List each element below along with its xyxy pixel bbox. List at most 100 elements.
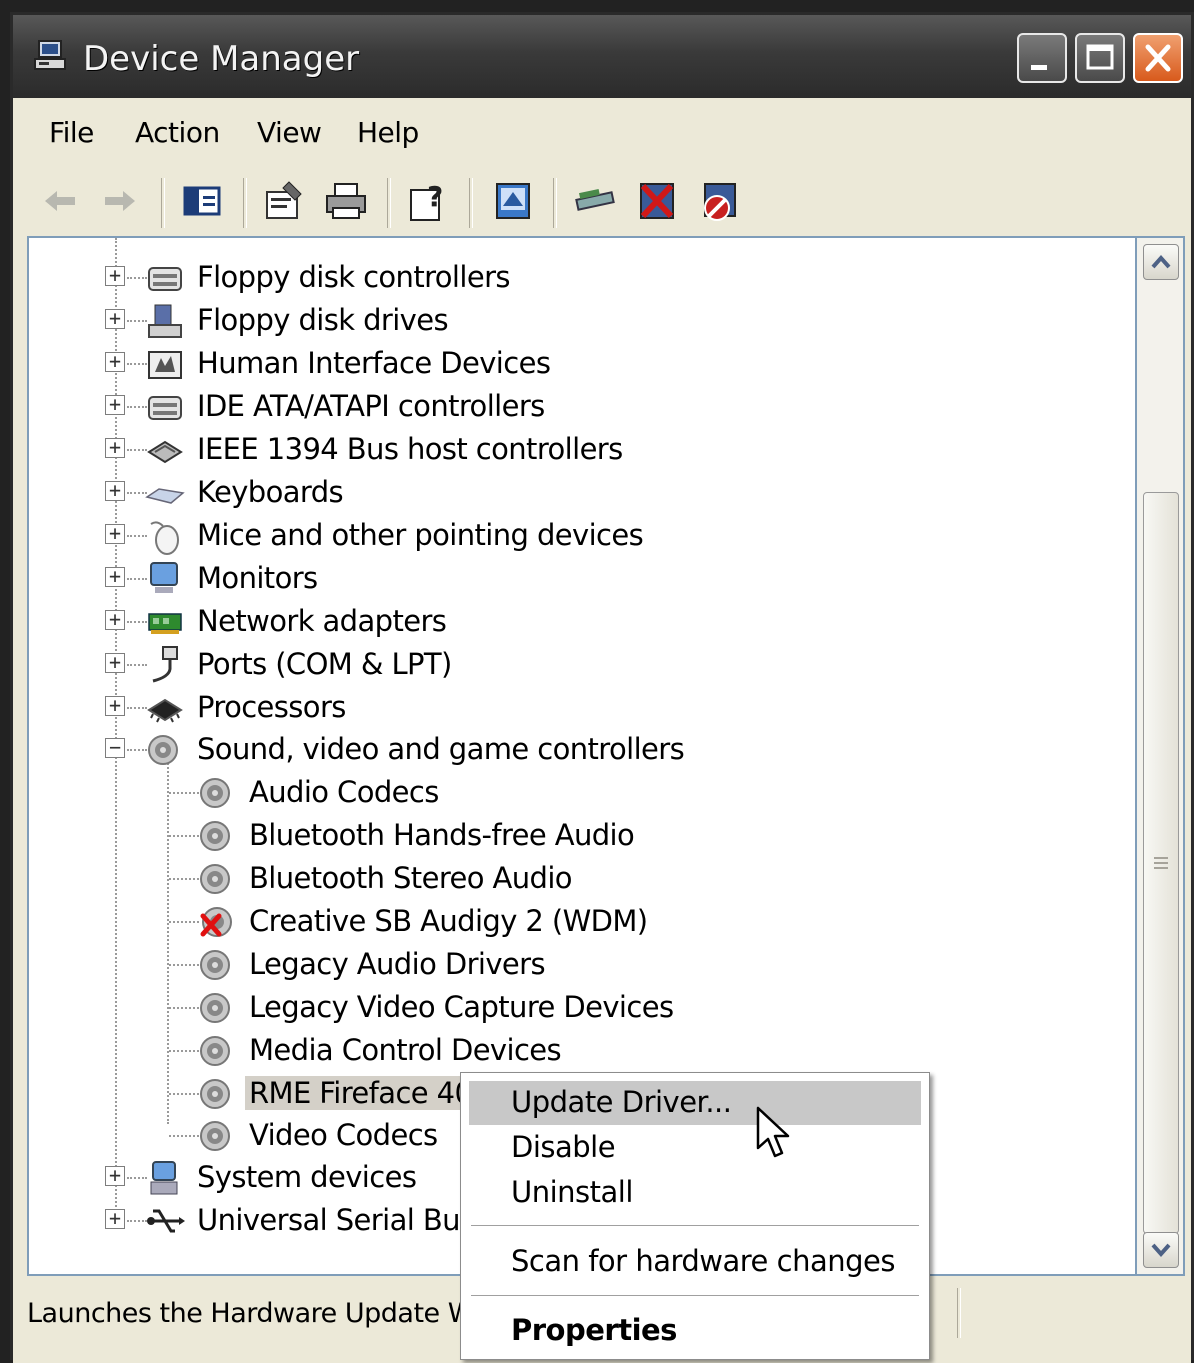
menu-action[interactable]: Action [135, 116, 220, 149]
menu-item-label: Disable [511, 1130, 616, 1164]
menu-view[interactable]: View [257, 116, 322, 149]
scroll-down-button[interactable] [1143, 1232, 1179, 1268]
expand-button[interactable]: + [105, 523, 125, 544]
expand-button[interactable]: + [105, 394, 125, 415]
tree-line [127, 578, 147, 580]
tree-line [127, 320, 147, 322]
tree-category-ports[interactable]: + Ports (COM & LPT) [105, 643, 705, 685]
tree-category-mice[interactable]: + Mice and other pointing devices [105, 514, 705, 556]
tree-category-floppy-disk-controllers[interactable]: + Floppy disk controllers [105, 256, 705, 298]
expand-button[interactable]: + [105, 652, 125, 673]
expand-button[interactable]: + [105, 308, 125, 329]
menu-file[interactable]: File [49, 116, 94, 149]
menu-item-uninstall[interactable]: Uninstall [469, 1171, 921, 1215]
tree-category-ieee1394[interactable]: + IEEE 1394 Bus host controllers [105, 428, 705, 470]
tree-category-network-adapters[interactable]: + Network adapters [105, 600, 705, 642]
expand-button[interactable]: + [105, 1208, 125, 1229]
tree-item-audio-codecs[interactable]: Audio Codecs [157, 771, 757, 813]
context-menu: Update Driver... Disable Uninstall Scan … [460, 1072, 930, 1360]
expand-button[interactable]: + [105, 437, 125, 458]
tree-item-legacy-video-capture[interactable]: Legacy Video Capture Devices [157, 986, 757, 1028]
system-devices-icon [150, 1161, 178, 1195]
menu-item-properties[interactable]: Properties [469, 1309, 921, 1353]
menu-separator [471, 1225, 919, 1227]
thumb-grip [1154, 857, 1168, 859]
tree-line [169, 835, 199, 837]
tree-line [127, 406, 147, 408]
tree-line [127, 707, 147, 709]
floppy-drive-icon [148, 304, 182, 338]
tree-label: Bluetooth Hands-free Audio [249, 818, 635, 852]
status-text: Launches the Hardware Update W [27, 1298, 474, 1329]
close-button[interactable] [1133, 33, 1183, 83]
mouse-cursor-icon [756, 1106, 790, 1158]
tree-item-creative-sb-audigy[interactable]: Creative SB Audigy 2 (WDM) [157, 900, 757, 942]
tree-label: Creative SB Audigy 2 (WDM) [249, 904, 648, 938]
tree-label: Keyboards [197, 475, 344, 509]
tree-label: Monitors [197, 561, 318, 595]
properties-icon[interactable] [259, 176, 309, 226]
maximize-button[interactable] [1075, 33, 1125, 83]
tree-label: Bluetooth Stereo Audio [249, 861, 573, 895]
collapse-button[interactable]: − [105, 737, 125, 758]
chevron-up-icon [1151, 254, 1171, 269]
ieee1394-icon [147, 440, 183, 464]
expand-button[interactable]: + [105, 609, 125, 630]
toolbar-separator [243, 178, 247, 228]
tree-category-keyboards[interactable]: + Keyboards [105, 471, 705, 513]
update-driver-icon[interactable] [489, 176, 539, 226]
disable-icon[interactable] [695, 176, 745, 226]
scan-hardware-icon[interactable] [571, 176, 621, 226]
speaker-icon [200, 950, 230, 980]
tree-item-bluetooth-stereo[interactable]: Bluetooth Stereo Audio [157, 857, 757, 899]
tree-category-processors[interactable]: + Processors [105, 686, 705, 728]
scroll-thumb[interactable] [1143, 492, 1179, 1234]
tree-label: Floppy disk controllers [197, 260, 511, 294]
tree-category-sound-video-game[interactable]: − Sound, video and game controllers [105, 728, 805, 770]
thumb-grip [1154, 867, 1168, 869]
toolbar-separator [161, 178, 165, 228]
tree-category-monitors[interactable]: + Monitors [105, 557, 705, 599]
tree-label: Media Control Devices [249, 1033, 562, 1067]
minimize-button[interactable] [1017, 33, 1067, 83]
expand-button[interactable]: + [105, 480, 125, 501]
tree-item-legacy-audio-drivers[interactable]: Legacy Audio Drivers [157, 943, 757, 985]
expand-button[interactable]: + [105, 566, 125, 587]
menu-help[interactable]: Help [357, 116, 419, 149]
tree-label: Video Codecs [249, 1118, 438, 1152]
tree-line [127, 492, 147, 494]
menu-item-label: Scan for hardware changes [511, 1244, 895, 1278]
tree-category-floppy-disk-drives[interactable]: + Floppy disk drives [105, 299, 705, 341]
tree-category-human-interface-devices[interactable]: + Human Interface Devices [105, 342, 705, 384]
vertical-scrollbar[interactable] [1137, 236, 1185, 1276]
back-icon[interactable] [35, 176, 85, 226]
menu-item-scan-hardware[interactable]: Scan for hardware changes [469, 1240, 921, 1284]
uninstall-icon[interactable] [633, 176, 683, 226]
expand-button[interactable]: + [105, 695, 125, 716]
help-icon[interactable]: ? [403, 176, 453, 226]
menu-item-update-driver[interactable]: Update Driver... [469, 1081, 921, 1125]
expand-button[interactable]: + [105, 1165, 125, 1186]
tree-item-media-control-devices[interactable]: Media Control Devices [157, 1029, 757, 1071]
expand-button[interactable]: + [105, 265, 125, 286]
forward-icon[interactable] [95, 176, 145, 226]
show-hide-console-tree-icon[interactable] [177, 176, 227, 226]
tree-label: System devices [197, 1160, 417, 1194]
tree-line [127, 664, 147, 666]
title-bar[interactable]: Device Manager [13, 15, 1191, 98]
speaker-icon [148, 735, 178, 765]
tree-item-bluetooth-handsfree[interactable]: Bluetooth Hands-free Audio [157, 814, 757, 856]
tree-line [127, 449, 147, 451]
maximize-icon [1086, 44, 1114, 70]
hid-icon [148, 351, 182, 379]
svg-text:?: ? [427, 180, 443, 213]
tree-label: Mice and other pointing devices [197, 518, 644, 552]
controller-icon [148, 267, 182, 291]
tree-category-ide-controllers[interactable]: + IDE ATA/ATAPI controllers [105, 385, 705, 427]
menu-separator [471, 1295, 919, 1297]
scroll-up-button[interactable] [1143, 244, 1179, 280]
menu-item-disable[interactable]: Disable [469, 1126, 921, 1170]
expand-button[interactable]: + [105, 351, 125, 372]
print-icon[interactable] [321, 176, 371, 226]
tree-label: Floppy disk drives [197, 303, 449, 337]
